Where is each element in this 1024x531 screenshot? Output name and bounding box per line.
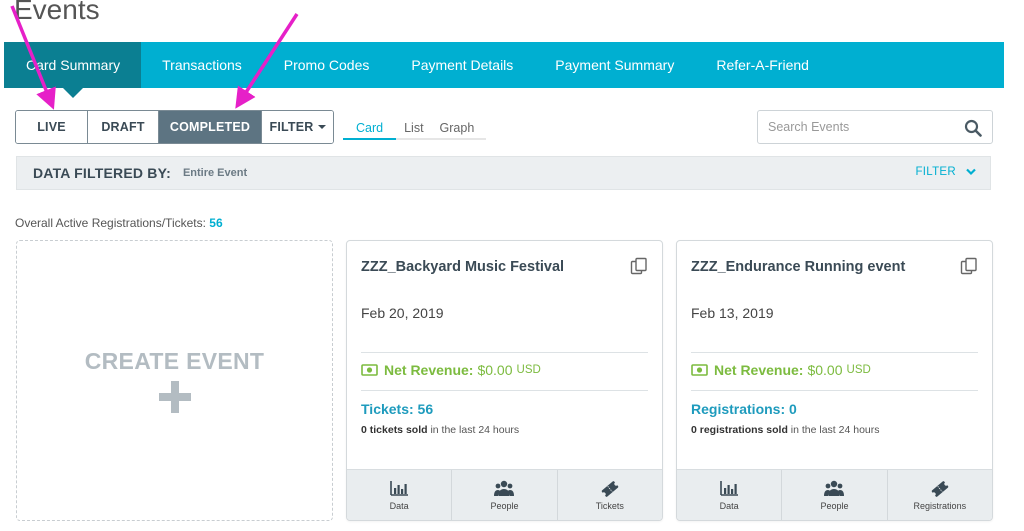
overall-label: Overall Active Registrations/Tickets: bbox=[15, 216, 206, 230]
copy-icon[interactable] bbox=[630, 257, 648, 275]
event-title[interactable]: ZZZ_Backyard Music Festival bbox=[361, 259, 564, 275]
sold-period: in the last 24 hours bbox=[790, 424, 880, 436]
view-switch: Card List Graph bbox=[343, 118, 487, 140]
view-card-tab[interactable]: Card bbox=[343, 118, 397, 140]
ticket-count: Tickets: 56 bbox=[361, 401, 434, 417]
data-filter-bar: DATA FILTERED BY: Entire Event FILTER bbox=[16, 156, 991, 190]
page-title: Events bbox=[14, 0, 100, 25]
net-revenue: Net Revenue: $0.00 USD bbox=[361, 362, 541, 378]
nav-transactions[interactable]: Transactions bbox=[141, 42, 263, 88]
filter-dropdown[interactable]: FILTER bbox=[262, 111, 333, 143]
ticket-icon bbox=[601, 480, 619, 497]
create-event-label: CREATE EVENT bbox=[84, 348, 265, 374]
status-filter-group: LIVE DRAFT COMPLETED FILTER bbox=[15, 110, 334, 144]
net-revenue-label: Net Revenue: bbox=[384, 362, 474, 378]
nav-refer-a-friend[interactable]: Refer-A-Friend bbox=[695, 42, 830, 88]
filter-bar-label: DATA FILTERED BY: bbox=[33, 165, 171, 181]
tickets-button[interactable]: Tickets bbox=[558, 470, 662, 520]
people-icon bbox=[494, 480, 515, 496]
card-footer: Data People Registrations bbox=[677, 469, 992, 520]
people-label: People bbox=[820, 500, 849, 511]
card-footer: Data People Tickets bbox=[347, 469, 662, 520]
net-revenue-value: $0.00 bbox=[807, 362, 843, 378]
net-revenue-currency: USD bbox=[846, 364, 871, 376]
event-card[interactable]: ZZZ_Backyard Music Festival Feb 20, 2019… bbox=[346, 240, 663, 521]
event-date: Feb 13, 2019 bbox=[691, 305, 774, 321]
divider bbox=[361, 352, 648, 353]
create-event-card[interactable]: CREATE EVENT bbox=[16, 240, 333, 521]
divider bbox=[361, 390, 648, 391]
net-revenue-label: Net Revenue: bbox=[714, 362, 804, 378]
sold-summary: 0 tickets sold in the last 24 hours bbox=[361, 424, 519, 436]
overall-count: 56 bbox=[209, 216, 223, 230]
tickets-label: Tickets bbox=[595, 500, 624, 511]
plus-icon bbox=[158, 381, 191, 413]
event-card[interactable]: ZZZ_Endurance Running event Feb 13, 2019… bbox=[676, 240, 993, 521]
copy-icon[interactable] bbox=[960, 257, 978, 275]
registration-count: Registrations: 0 bbox=[691, 401, 797, 417]
filter-bar-value: Entire Event bbox=[182, 167, 248, 179]
ticket-icon bbox=[931, 480, 949, 497]
event-date: Feb 20, 2019 bbox=[361, 305, 444, 321]
net-revenue-currency: USD bbox=[516, 364, 541, 376]
people-label: People bbox=[490, 500, 519, 511]
data-button[interactable]: Data bbox=[677, 470, 783, 520]
money-icon bbox=[361, 364, 378, 376]
search-icon[interactable] bbox=[964, 119, 982, 137]
sold-period: in the last 24 hours bbox=[430, 424, 520, 436]
view-graph-tab[interactable]: Graph bbox=[431, 118, 487, 140]
main-nav: Card Summary Transactions Promo Codes Pa… bbox=[4, 42, 1004, 98]
draft-button[interactable]: DRAFT bbox=[88, 111, 159, 143]
net-revenue: Net Revenue: $0.00 USD bbox=[691, 362, 871, 378]
filter-toggle[interactable]: FILTER bbox=[915, 166, 976, 178]
bar-chart-icon bbox=[720, 480, 739, 496]
live-button[interactable]: LIVE bbox=[16, 111, 88, 143]
data-button[interactable]: Data bbox=[347, 470, 453, 520]
sold-count: 0 tickets sold bbox=[361, 424, 428, 436]
nav-card-summary[interactable]: Card Summary bbox=[4, 42, 142, 98]
divider bbox=[691, 390, 978, 391]
sold-count: 0 registrations sold bbox=[691, 424, 788, 436]
sold-summary: 0 registrations sold in the last 24 hour… bbox=[691, 424, 880, 436]
people-icon bbox=[824, 480, 845, 496]
overall-registrations: Overall Active Registrations/Tickets: 56 bbox=[15, 216, 223, 230]
data-label: Data bbox=[719, 500, 739, 511]
registrations-button[interactable]: Registrations bbox=[888, 470, 992, 520]
filter-dropdown-label: FILTER bbox=[269, 120, 314, 134]
view-list-tab[interactable]: List bbox=[396, 118, 432, 140]
filter-toggle-label: FILTER bbox=[915, 166, 956, 178]
chevron-down-icon bbox=[966, 168, 976, 176]
nav-payment-details[interactable]: Payment Details bbox=[390, 42, 534, 88]
event-title[interactable]: ZZZ_Endurance Running event bbox=[691, 259, 905, 275]
completed-button[interactable]: COMPLETED bbox=[159, 111, 262, 143]
nav-promo-codes[interactable]: Promo Codes bbox=[263, 42, 391, 88]
money-icon bbox=[691, 364, 708, 376]
people-button[interactable]: People bbox=[782, 470, 888, 520]
nav-payment-summary[interactable]: Payment Summary bbox=[534, 42, 695, 88]
data-label: Data bbox=[389, 500, 409, 511]
caret-down-icon bbox=[317, 125, 326, 129]
bar-chart-icon bbox=[390, 480, 409, 496]
registrations-label: Registrations bbox=[913, 500, 967, 511]
people-button[interactable]: People bbox=[452, 470, 558, 520]
search-box bbox=[757, 110, 993, 144]
search-input[interactable] bbox=[768, 120, 948, 134]
net-revenue-value: $0.00 bbox=[477, 362, 513, 378]
divider bbox=[691, 352, 978, 353]
